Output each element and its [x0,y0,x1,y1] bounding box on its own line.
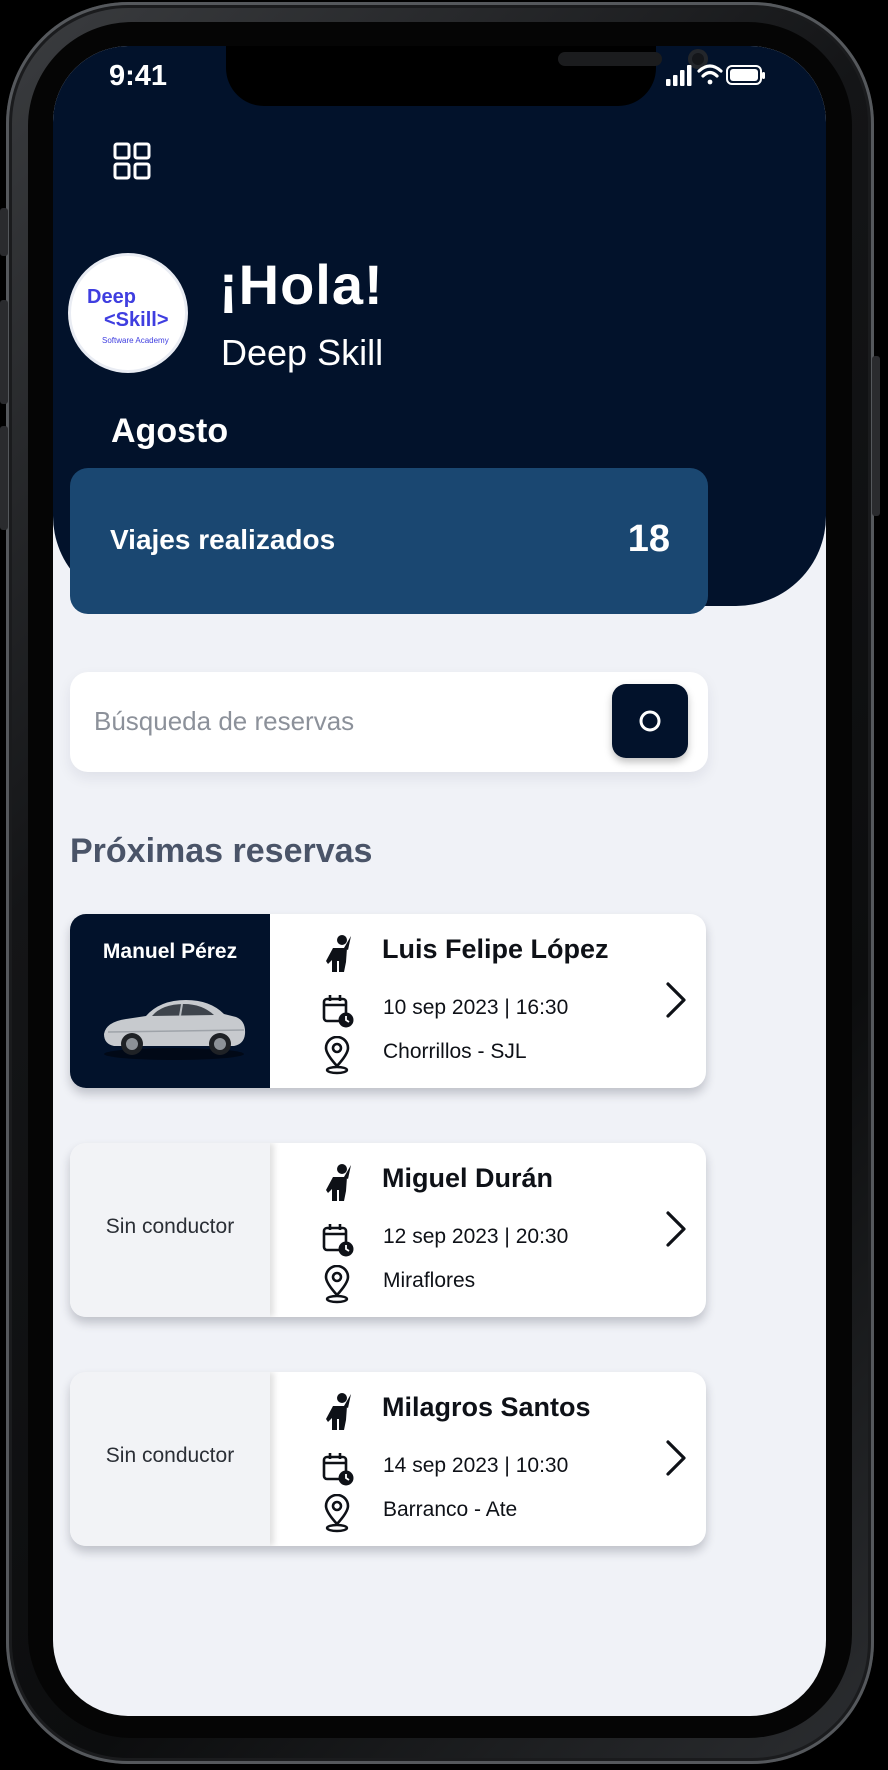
grid-icon[interactable] [113,142,151,180]
no-driver-label: Sin conductor [105,1215,235,1238]
reservation-datetime: 10 sep 2023 | 16:30 [383,996,569,1019]
driver-panel: Manuel Pérez [70,914,270,1088]
search-button[interactable] [612,684,688,758]
logo-text-deep: Deep [87,286,136,308]
volume-up-button [0,300,8,404]
section-title: Próximas reservas [70,832,373,870]
passenger-icon [326,1393,351,1430]
reservation-location: Chorrillos - SJL [383,1040,527,1063]
passenger-name: Luis Felipe López [382,934,609,964]
location-pin-icon [324,1036,350,1075]
reservation-location: Miraflores [383,1269,476,1292]
driver-panel: Sin conductor [70,1372,270,1546]
reservation-card[interactable]: Sin conductor Milagros Santos 14 sep 202… [70,1372,706,1546]
passenger-icon [326,1164,351,1201]
chevron-right-icon[interactable] [664,1440,688,1476]
search-input[interactable]: Búsqueda de reservas [94,706,354,737]
no-driver-label: Sin conductor [105,1444,235,1467]
reservation-location: Barranco - Ate [383,1498,518,1521]
chevron-right-icon[interactable] [664,982,688,1018]
app-screen: 9:41 Deep <Skill> Software Academy ¡Hola… [53,46,826,1716]
logo-text-skill: <Skill> [104,309,169,331]
signal-icon [666,65,692,86]
calendar-clock-icon [322,1453,354,1486]
driver-panel: Sin conductor [70,1143,270,1317]
passenger-name: Miguel Durán [382,1163,554,1193]
trips-label: Viajes realizados [110,524,336,555]
car-image [104,1000,246,1060]
reservation-datetime: 12 sep 2023 | 20:30 [383,1225,569,1248]
power-button [872,356,880,516]
notch [226,46,708,106]
reservation-card[interactable]: Sin conductor Miguel Durán 12 sep 2023 |… [70,1143,706,1317]
location-pin-icon [324,1265,350,1304]
passenger-name: Milagros Santos [382,1392,591,1422]
trips-summary-card: Viajes realizados 18 [70,468,708,614]
status-icons [666,64,765,86]
reservation-datetime: 14 sep 2023 | 10:30 [383,1454,569,1477]
reservation-card[interactable]: Manuel Pérez Luis Felipe López 10 sep 20… [70,914,706,1088]
avatar[interactable]: Deep <Skill> Software Academy [71,256,185,370]
calendar-clock-icon [322,995,354,1028]
month-label: Agosto [111,412,229,450]
logo-text-subtitle: Software Academy [102,336,169,345]
driver-name: Manuel Pérez [102,940,238,963]
calendar-clock-icon [322,1224,354,1257]
volume-down-button [0,426,8,530]
status-time: 9:41 [109,60,168,92]
wifi-icon [697,64,723,85]
greeting-title: ¡Hola! [219,253,384,316]
battery-icon [726,65,765,85]
mute-switch [0,208,8,256]
search-bar[interactable]: Búsqueda de reservas [70,672,708,772]
location-pin-icon [324,1494,350,1533]
user-name: Deep Skill [221,332,384,373]
earpiece-speaker [558,52,662,66]
trips-count: 18 [627,518,670,560]
search-circle-icon [639,710,661,732]
passenger-icon [326,935,351,972]
chevron-right-icon[interactable] [664,1211,688,1247]
